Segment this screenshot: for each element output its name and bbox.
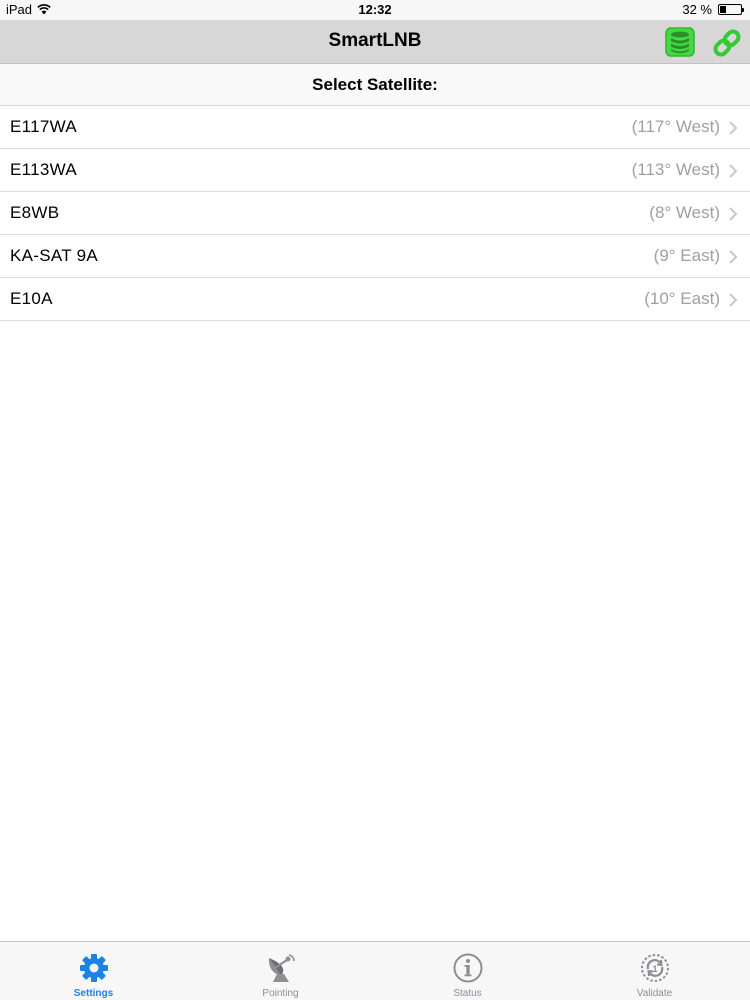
navigation-bar: SmartLNB	[0, 20, 750, 64]
app-title: SmartLNB	[328, 30, 422, 51]
satellite-list: E117WA (117° West) E113WA (113° West) E8…	[0, 106, 750, 321]
tab-settings[interactable]: Settings	[0, 942, 187, 1000]
validate-icon: 1	[641, 954, 669, 982]
chevron-right-icon	[729, 293, 738, 307]
satellite-row-e8wb[interactable]: E8WB (8° West)	[0, 192, 750, 235]
tab-label: Validate	[636, 988, 673, 999]
satellite-position: (113° West)	[631, 160, 720, 179]
satellite-position: (117° West)	[631, 117, 720, 136]
battery-percent: 32 %	[682, 2, 712, 17]
chevron-right-icon	[729, 207, 738, 221]
link-button[interactable]	[711, 27, 743, 59]
status-time: 12:32	[358, 2, 392, 17]
satellite-row-e117wa[interactable]: E117WA (117° West)	[0, 106, 750, 149]
tab-status[interactable]: Status	[374, 942, 561, 1000]
database-icon	[665, 27, 695, 57]
section-title: Select Satellite:	[312, 75, 438, 94]
link-icon	[713, 29, 741, 57]
tab-label: Status	[453, 988, 482, 999]
tab-validate[interactable]: 1 Validate	[561, 942, 748, 1000]
section-header: Select Satellite:	[0, 64, 750, 106]
tab-label: Pointing	[262, 988, 299, 999]
satellite-name: E113WA	[10, 160, 77, 179]
satellite-name: E117WA	[10, 117, 77, 136]
status-bar: iPad 12:32 32 %	[0, 0, 750, 20]
svg-text:1: 1	[652, 964, 657, 974]
satellite-row-e113wa[interactable]: E113WA (113° West)	[0, 149, 750, 192]
tab-pointing[interactable]: Pointing	[187, 942, 374, 1000]
satellite-name: E8WB	[10, 203, 60, 222]
satellite-position: (8° West)	[649, 203, 720, 222]
satellite-name: KA-SAT 9A	[10, 246, 99, 265]
satellite-name: E10A	[10, 289, 53, 308]
satellite-row-ka-sat-9a[interactable]: KA-SAT 9A (9° East)	[0, 235, 750, 278]
database-button[interactable]	[665, 27, 695, 57]
status-right: 32 %	[682, 2, 744, 17]
satellite-position: (10° East)	[644, 289, 720, 308]
satellite-dish-icon	[268, 954, 295, 982]
tab-label: Settings	[73, 988, 114, 999]
chevron-right-icon	[729, 164, 738, 178]
satellite-row-e10a[interactable]: E10A (10° East)	[0, 278, 750, 321]
tab-bar: Settings Pointing Status 1 Validate	[0, 941, 750, 1000]
gear-icon	[80, 954, 108, 982]
battery-fill	[720, 6, 727, 13]
battery-icon	[718, 4, 744, 15]
info-icon	[453, 953, 483, 983]
satellite-position: (9° East)	[653, 246, 720, 265]
chevron-right-icon	[729, 250, 738, 264]
chevron-right-icon	[729, 121, 738, 135]
